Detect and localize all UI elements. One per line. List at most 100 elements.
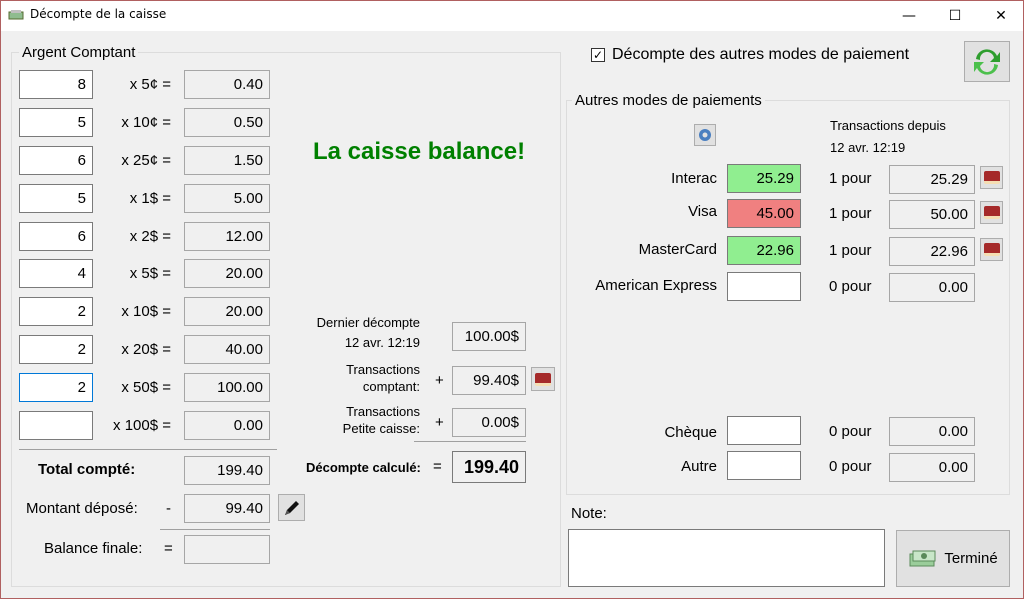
cheque-total: 0.00 (889, 417, 975, 446)
refresh-icon (974, 48, 1000, 75)
cash-amount-field: 0.50 (184, 108, 270, 137)
cash-denomination-label: x 1$ = (129, 190, 171, 207)
cash-denomination-label: x 5¢ = (129, 76, 171, 93)
cash-denomination-label: x 10$ = (121, 303, 171, 320)
petty-cash-field: 0.00$ (452, 408, 526, 437)
mastercard-count: 1 pour (829, 242, 872, 259)
cash-qty-input[interactable]: 6 (19, 222, 93, 251)
done-button[interactable]: Terminé (896, 530, 1010, 587)
visa-detail-button[interactable] (980, 201, 1003, 224)
book-icon (535, 372, 551, 386)
total-counted-label: Total compté: (38, 461, 136, 478)
done-button-label: Terminé (944, 550, 998, 567)
autre-input[interactable] (727, 451, 801, 480)
cash-amount-field: 100.00 (184, 373, 270, 402)
cash-qty-input[interactable] (19, 411, 93, 440)
cash-amount-field: 0.00 (184, 411, 270, 440)
interac-label: Interac (671, 170, 717, 187)
other-methods-checkbox[interactable]: ✓ (591, 48, 605, 62)
cash-qty-input[interactable]: 6 (19, 146, 93, 175)
cash-group-legend: Argent Comptant (19, 44, 139, 61)
refresh-button[interactable] (964, 41, 1010, 82)
visa-input[interactable]: 45.00 (727, 199, 801, 228)
minimize-button[interactable]: — (886, 0, 932, 31)
mastercard-input[interactable]: 22.96 (727, 236, 801, 265)
interac-detail-button[interactable] (980, 166, 1003, 189)
cash-separator (19, 449, 277, 450)
edit-deposit-button[interactable] (278, 494, 305, 521)
computed-count-label: Décompte calculé: (306, 460, 421, 475)
computed-count-field: 199.40 (452, 451, 526, 483)
deposit-sign: - (166, 500, 171, 517)
cash-amount-field: 5.00 (184, 184, 270, 213)
mastercard-total: 22.96 (889, 237, 975, 266)
note-textarea[interactable] (568, 529, 885, 587)
cash-amount-field: 12.00 (184, 222, 270, 251)
american-express-label: American Express (595, 277, 717, 294)
maximize-button[interactable]: ☐ (932, 0, 978, 31)
transactions-since-label: Transactions depuis (830, 118, 946, 133)
cash-amount-field: 20.00 (184, 297, 270, 326)
last-count-label: Dernier décompte (316, 315, 420, 330)
close-button[interactable]: ✕ (978, 0, 1024, 31)
cheque-label: Chèque (664, 424, 717, 441)
cash-denomination-label: x 20$ = (121, 341, 171, 358)
autre-total: 0.00 (889, 453, 975, 482)
book-icon (983, 243, 1000, 256)
deposit-label: Montant déposé: (26, 500, 138, 517)
interac-total: 25.29 (889, 165, 975, 194)
cash-qty-input[interactable]: 4 (19, 259, 93, 288)
interac-count: 1 pour (829, 170, 872, 187)
cash-denomination-label: x 10¢ = (121, 114, 171, 131)
american-express-input[interactable] (727, 272, 801, 301)
deposit-field: 99.40 (184, 494, 270, 523)
cash-transactions-detail-button[interactable] (531, 367, 555, 391)
final-separator (160, 529, 270, 530)
balance-status-message: La caisse balance! (313, 138, 526, 165)
cash-qty-input[interactable]: 2 (19, 373, 93, 402)
final-balance-sign: = (164, 540, 173, 557)
pencil-icon (284, 500, 299, 515)
money-icon (909, 550, 936, 566)
cheque-count: 0 pour (829, 423, 872, 440)
visa-count: 1 pour (829, 205, 872, 222)
visa-label: Visa (688, 203, 717, 220)
computed-separator (414, 441, 526, 442)
book-icon (983, 206, 1000, 219)
cash-qty-input[interactable]: 2 (19, 335, 93, 364)
petty-cash-label-1: Transactions (346, 404, 420, 419)
cash-denomination-label: x 25¢ = (121, 152, 171, 169)
final-balance-field (184, 535, 270, 564)
total-counted-field: 199.40 (184, 456, 270, 485)
american-express-total: 0.00 (889, 273, 975, 302)
cash-qty-input[interactable]: 5 (19, 108, 93, 137)
cash-transactions-label-1: Transactions (346, 362, 420, 377)
petty-cash-label-2: Petite caisse: (342, 421, 420, 436)
mastercard-detail-button[interactable] (980, 238, 1003, 261)
window-title: Décompte de la caisse (30, 7, 167, 21)
cash-amount-field: 20.00 (184, 259, 270, 288)
settings-button[interactable] (694, 124, 716, 146)
cash-denomination-label: x 2$ = (129, 228, 171, 245)
other-methods-legend: Autres modes de paiements (572, 92, 765, 109)
cash-qty-input[interactable]: 8 (19, 70, 93, 99)
interac-input[interactable]: 25.29 (727, 164, 801, 193)
cash-register-icon (8, 10, 24, 20)
cash-denomination-label: x 5$ = (129, 265, 171, 282)
cash-amount-field: 40.00 (184, 335, 270, 364)
cash-qty-input[interactable]: 5 (19, 184, 93, 213)
cash-transactions-sign: + (435, 372, 444, 389)
cash-transactions-label-2: comptant: (362, 379, 420, 394)
cash-qty-input[interactable]: 2 (19, 297, 93, 326)
other-methods-checkbox-label: Décompte des autres modes de paiement (612, 46, 910, 63)
mastercard-label: MasterCard (638, 241, 717, 258)
gear-icon (699, 129, 711, 141)
last-count-date: 12 avr. 12:19 (344, 335, 420, 350)
transactions-since-date: 12 avr. 12:19 (830, 140, 906, 155)
cash-transactions-field: 99.40$ (452, 366, 526, 395)
cheque-input[interactable] (727, 416, 801, 445)
note-label: Note: (571, 505, 607, 522)
cash-amount-field: 0.40 (184, 70, 270, 99)
final-balance-label: Balance finale: (44, 540, 143, 557)
autre-count: 0 pour (829, 458, 872, 475)
